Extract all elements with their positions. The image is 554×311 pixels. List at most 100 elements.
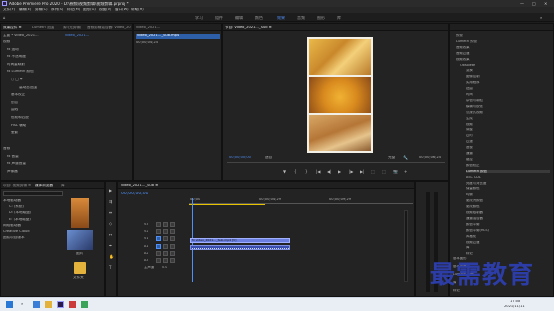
- transport-button-icon[interactable]: {: [294, 169, 297, 174]
- effects-tree-item[interactable]: 图像控制: [466, 75, 550, 78]
- menu-file[interactable]: 文件(F): [3, 8, 15, 12]
- menu-sequence[interactable]: 序列(S): [51, 8, 63, 12]
- effect-section-row[interactable]: 时间重映射: [7, 63, 25, 67]
- transport-button-icon[interactable]: }: [305, 169, 308, 174]
- home-icon[interactable]: ⌂: [3, 15, 6, 20]
- effect-section-row[interactable]: fx 音量: [7, 155, 19, 159]
- tab-lumetri-scopes[interactable]: Lumetri 范围: [32, 26, 54, 30]
- workspace-libraries[interactable]: 库: [337, 16, 341, 20]
- track-toggle-button[interactable]: [156, 250, 161, 256]
- timeline-scrollbar[interactable]: [404, 210, 408, 282]
- track-toggle-button[interactable]: [163, 229, 168, 235]
- workspace-assembly[interactable]: 组件: [215, 16, 223, 20]
- track-toggle-button[interactable]: [170, 236, 175, 242]
- type-tool-icon[interactable]: T: [109, 265, 111, 270]
- effects-tree-item[interactable]: 通道混合器: [466, 217, 550, 220]
- media-thumb-1[interactable]: [71, 198, 89, 228]
- master-clip-label[interactable]: 主要 * video_2021…: [3, 34, 63, 38]
- close-button[interactable]: ✕: [544, 1, 547, 6]
- effects-tree-item[interactable]: 视频: [466, 123, 550, 126]
- media-tree-item[interactable]: 网络驱动器: [3, 224, 61, 228]
- effects-tree-item[interactable]: 过渡: [466, 140, 550, 143]
- menu-graphics[interactable]: 图形(G): [83, 8, 96, 12]
- track-toggle-button[interactable]: [170, 222, 175, 227]
- effects-tree-item[interactable]: 过时: [466, 134, 550, 137]
- effects-tree-item[interactable]: 杂色与颗粒: [466, 99, 550, 102]
- effects-tree-item[interactable]: 更改颜色: [466, 205, 550, 208]
- effects-tree-item[interactable]: 透视: [466, 146, 550, 149]
- minimize-button[interactable]: —: [520, 1, 524, 6]
- effect-section-row[interactable]: 色轮和匹配: [11, 116, 29, 120]
- effect-section-row[interactable]: 声像器: [7, 170, 18, 174]
- effects-tree-item[interactable]: 颜色平衡(HLS): [466, 229, 550, 232]
- video-clip[interactable]: fx video_2021…_Sub.mp4 [V]: [190, 238, 290, 243]
- program-scrubber[interactable]: [227, 162, 445, 163]
- effect-section-row[interactable]: fx 运动: [7, 48, 19, 52]
- razor-icon[interactable]: ◇: [109, 221, 112, 226]
- effects-tree-item[interactable]: 键控: [466, 158, 550, 161]
- effects-tree-item[interactable]: 标记: [466, 252, 550, 255]
- fit-dropdown[interactable]: 适合: [265, 156, 272, 160]
- track-toggle-button[interactable]: [163, 222, 168, 227]
- effects-tree-item[interactable]: 风格化: [466, 235, 550, 238]
- tab-source-header[interactable]: video_2021…: [136, 26, 216, 30]
- effect-section-row[interactable]: 高动态范围: [19, 86, 37, 90]
- start-icon[interactable]: [6, 301, 13, 308]
- effects-tree-item[interactable]: 视频效果: [456, 58, 550, 61]
- track-toggle-button[interactable]: [156, 222, 161, 227]
- effects-tree-item[interactable]: ASC CDL: [466, 176, 550, 179]
- track-toggle-button[interactable]: [170, 258, 175, 263]
- track-name[interactable]: V2: [144, 230, 148, 233]
- track-toggle-button[interactable]: [163, 243, 168, 249]
- effects-tree-item[interactable]: 音频效果: [456, 46, 550, 49]
- track-toggle-button[interactable]: [170, 243, 175, 249]
- track-name[interactable]: A2: [144, 252, 148, 255]
- effects-tree-item[interactable]: Obsolete: [460, 64, 550, 67]
- workspace-audio[interactable]: 音频: [297, 16, 305, 20]
- media-tree-item[interactable]: D: (本地磁盘): [9, 211, 67, 215]
- effect-section-row[interactable]: fx 声道音量: [7, 162, 26, 166]
- workspace-editing[interactable]: 编辑: [235, 16, 243, 20]
- taskbar-app-1-icon[interactable]: [33, 301, 40, 308]
- effects-tree-item[interactable]: 更改为颜色: [466, 199, 550, 202]
- track-name[interactable]: V1: [144, 237, 148, 240]
- menu-window[interactable]: 窗口(W): [115, 8, 129, 12]
- track-name[interactable]: A3: [144, 259, 148, 262]
- effects-tree-item[interactable]: Lumetri 预设: [456, 40, 550, 43]
- effects-tree-item[interactable]: 变换: [466, 69, 550, 72]
- effects-tree-item[interactable]: 库: [466, 246, 550, 249]
- effects-tree-item[interactable]: 视频限制器: [466, 211, 550, 214]
- menu-help[interactable]: 帮助(H): [131, 8, 144, 12]
- wrench-icon[interactable]: 🔧: [403, 155, 408, 160]
- track-toggle-button[interactable]: [170, 250, 175, 256]
- track-toggle-button[interactable]: [163, 250, 168, 256]
- effect-section-row[interactable]: fx Lumetri 颜色: [7, 70, 34, 74]
- workspace-effects[interactable]: 效果: [277, 16, 285, 20]
- track-toggle-button[interactable]: [163, 236, 168, 242]
- search-icon[interactable]: ⌕: [540, 15, 542, 20]
- track-toggle-button[interactable]: [170, 229, 175, 235]
- effect-section-row[interactable]: 音频: [3, 147, 10, 151]
- effect-section-row[interactable]: HSL 辅助: [11, 124, 26, 128]
- media-tree-item[interactable]: C: (系统): [9, 205, 67, 209]
- effects-tree-item[interactable]: 视频过渡: [466, 241, 550, 244]
- effect-section-row[interactable]: 曲线: [11, 108, 18, 112]
- effects-tree-item[interactable]: 模糊与锐化: [466, 105, 550, 108]
- menu-edit[interactable]: 编辑(E): [19, 8, 31, 12]
- track-toggle-button[interactable]: [163, 258, 168, 263]
- effects-tree-item[interactable]: 亮度与对比度: [466, 182, 550, 185]
- effects-tree-item[interactable]: Lumetri 颜色: [466, 169, 550, 174]
- hand-tool-icon[interactable]: ✋: [109, 254, 114, 259]
- transport-button-icon[interactable]: +: [404, 169, 407, 174]
- tab-project[interactable]: 项目: 视频剪辑 ≡: [3, 184, 31, 188]
- effects-tree-item[interactable]: 颜色平衡: [466, 223, 550, 226]
- effects-tree-item[interactable]: 均衡: [466, 193, 550, 196]
- tab-timeline[interactable]: video_2021…_Sub ≡: [121, 184, 181, 188]
- effects-tree-item[interactable]: 颜色校正: [466, 164, 550, 167]
- program-timecode[interactable]: 00;00;00;00: [229, 156, 251, 160]
- track-toggle-button[interactable]: [156, 236, 161, 242]
- effects-subpanel-header[interactable]: 基本图形: [453, 257, 467, 260]
- tab-source[interactable]: 源:(无剪辑): [63, 26, 81, 30]
- explorer-icon[interactable]: [45, 301, 52, 308]
- maximize-button[interactable]: □: [532, 1, 536, 6]
